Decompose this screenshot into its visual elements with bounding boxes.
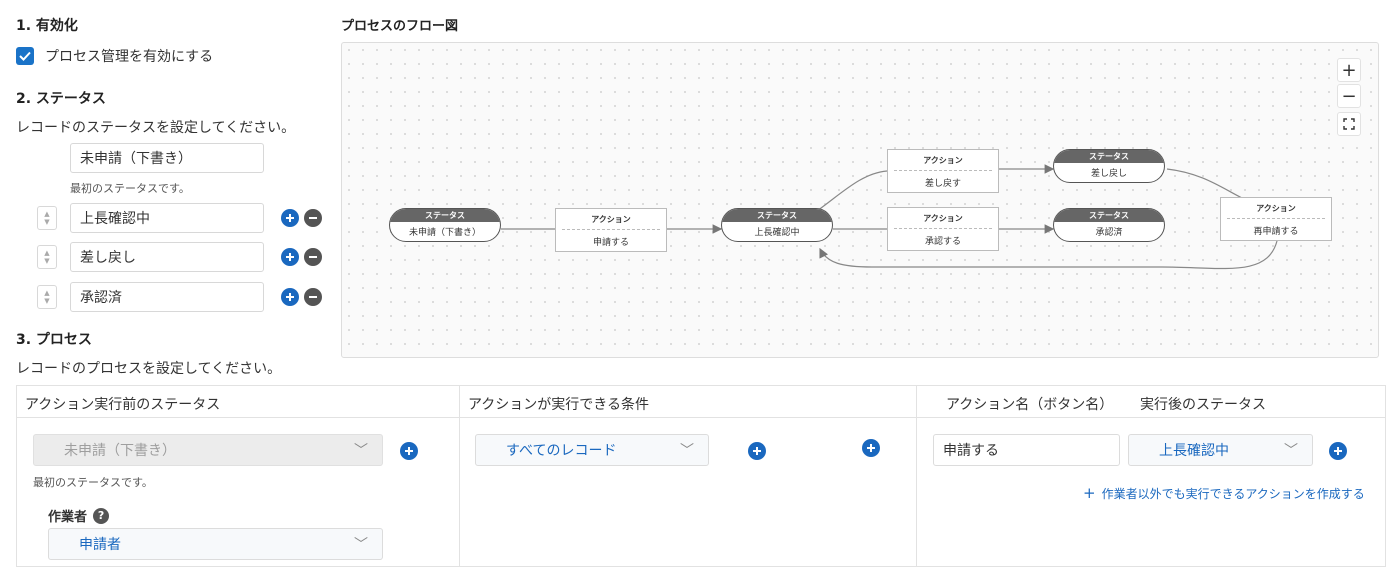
plus-icon	[867, 444, 875, 452]
add-condition-button[interactable]	[748, 442, 766, 460]
flow-node-label: 未申請（下書き）	[408, 228, 481, 238]
column-divider	[459, 386, 460, 566]
plus-icon	[1334, 447, 1342, 455]
flow-node-label: 申請する	[592, 237, 629, 248]
flow-node-label: 差し戻し	[1090, 169, 1127, 179]
flow-action-node[interactable]: アクション 申請する	[555, 208, 667, 252]
flow-edge	[816, 170, 888, 212]
flow-node-label: 差し戻す	[924, 178, 961, 189]
status-sort-handle[interactable]: ▲ ▼	[37, 206, 57, 230]
help-icon[interactable]: ?	[93, 507, 110, 524]
minus-icon	[309, 217, 317, 219]
flow-diagram-canvas[interactable]: ステータス 未申請（下書き） アクション 申請する ステータス 上長確認中 アク…	[341, 42, 1379, 358]
first-status-input[interactable]: 未申請（下書き）	[70, 143, 264, 173]
create-action-link[interactable]: + 作業者以外でも実行できるアクションを作成する	[1083, 484, 1365, 502]
flow-edge	[1166, 168, 1243, 199]
section2-title: 2. ステータス	[16, 91, 106, 107]
flow-node-header: アクション	[562, 209, 660, 230]
header-before-status: アクション実行前のステータス	[25, 397, 221, 413]
status-input-2[interactable]: 差し戻し	[70, 242, 264, 272]
fit-screen-icon	[1343, 118, 1355, 130]
assignee-select[interactable]: 申請者 ﹀	[48, 528, 383, 560]
before-status-value: 未申請（下書き）	[64, 443, 176, 459]
header-condition: アクションが実行できる条件	[468, 397, 650, 413]
flow-status-node[interactable]: ステータス 承認済	[1053, 208, 1165, 242]
flow-node-header: ステータス	[390, 209, 500, 222]
flow-node-label: 再申請する	[1253, 226, 1299, 237]
plus-icon: +	[1083, 484, 1096, 502]
add-status-button[interactable]	[281, 248, 299, 266]
process-description: レコードのプロセスを設定してください。	[16, 361, 282, 377]
zoom-in-button[interactable]: +	[1337, 58, 1361, 82]
add-action-button[interactable]	[862, 439, 880, 457]
after-status-value: 上長確認中	[1159, 443, 1229, 459]
plus-icon	[286, 253, 294, 261]
chevron-down-icon: ﹀	[354, 537, 368, 553]
remove-status-button[interactable]	[304, 209, 322, 227]
process-table: アクション実行前のステータス アクションが実行できる条件 アクション名（ボタン名…	[16, 385, 1386, 567]
flow-node-label: 承認する	[924, 236, 961, 247]
add-status-button[interactable]	[281, 209, 299, 227]
chevron-down-icon: ﹀	[354, 443, 368, 459]
flow-node-header: ステータス	[1054, 209, 1164, 222]
header-action-name: アクション名（ボタン名）	[946, 397, 1114, 413]
status-input-1[interactable]: 上長確認中	[70, 203, 264, 233]
assignee-label-group: 作業者 ?	[48, 506, 110, 525]
enable-process-label: プロセス管理を有効にする	[45, 49, 214, 65]
column-divider	[916, 386, 917, 566]
flow-action-node[interactable]: アクション 承認する	[887, 207, 999, 251]
flow-node-header: アクション	[894, 208, 992, 229]
plus-icon	[286, 293, 294, 301]
flow-status-node[interactable]: ステータス 未申請（下書き）	[389, 208, 501, 242]
chevron-down-icon: ﹀	[1284, 443, 1298, 459]
condition-value: すべてのレコード	[506, 443, 617, 459]
plus-icon	[286, 214, 294, 222]
first-status-note: 最初のステータスです。	[70, 182, 190, 195]
flow-title: プロセスのフロー図	[341, 19, 459, 34]
before-status-select[interactable]: 未申請（下書き） ﹀	[33, 434, 383, 466]
after-status-select[interactable]: 上長確認中 ﹀	[1128, 434, 1313, 466]
chevron-down-icon: ﹀	[680, 443, 694, 459]
enable-process-toggle[interactable]: プロセス管理を有効にする	[16, 46, 213, 66]
flow-node-header: アクション	[1227, 198, 1325, 219]
status-sort-handle[interactable]: ▲ ▼	[37, 245, 57, 269]
status-input-3[interactable]: 承認済	[70, 282, 264, 312]
section3-title: 3. プロセス	[16, 332, 92, 348]
plus-icon	[405, 447, 413, 455]
create-action-link-label: 作業者以外でも実行できるアクションを作成する	[1101, 486, 1365, 501]
minus-icon	[309, 296, 317, 298]
status-description: レコードのステータスを設定してください。	[16, 120, 296, 136]
flow-node-label: 上長確認中	[754, 228, 800, 238]
action-name-input[interactable]: 申請する	[933, 434, 1120, 466]
section1-title: 1. 有効化	[16, 18, 78, 34]
before-status-note: 最初のステータスです。	[33, 476, 153, 489]
flow-node-label: 承認済	[1095, 228, 1123, 238]
flow-action-node[interactable]: アクション 再申請する	[1220, 197, 1332, 241]
flow-node-header: アクション	[894, 150, 992, 171]
remove-status-button[interactable]	[304, 288, 322, 306]
assignee-value: 申請者	[79, 537, 121, 553]
add-process-button[interactable]	[400, 442, 418, 460]
check-icon	[19, 51, 31, 61]
flow-node-header: ステータス	[722, 209, 832, 222]
add-after-status-button[interactable]	[1329, 442, 1347, 460]
assignee-label: 作業者	[48, 510, 88, 525]
status-sort-handle[interactable]: ▲ ▼	[37, 285, 57, 309]
add-status-button[interactable]	[281, 288, 299, 306]
condition-select[interactable]: すべてのレコード ﹀	[475, 434, 709, 466]
enable-process-checkbox[interactable]	[16, 47, 34, 65]
table-header-divider	[17, 417, 1385, 418]
zoom-out-button[interactable]: −	[1337, 84, 1361, 108]
remove-status-button[interactable]	[304, 248, 322, 266]
plus-icon	[753, 447, 761, 455]
header-after-status: 実行後のステータス	[1140, 397, 1266, 413]
flow-status-node[interactable]: ステータス 差し戻し	[1053, 149, 1165, 183]
flow-node-header: ステータス	[1054, 150, 1164, 163]
flow-status-node[interactable]: ステータス 上長確認中	[721, 208, 833, 242]
fit-screen-button[interactable]	[1337, 112, 1361, 136]
flow-action-node[interactable]: アクション 差し戻す	[887, 149, 999, 193]
minus-icon	[309, 256, 317, 258]
